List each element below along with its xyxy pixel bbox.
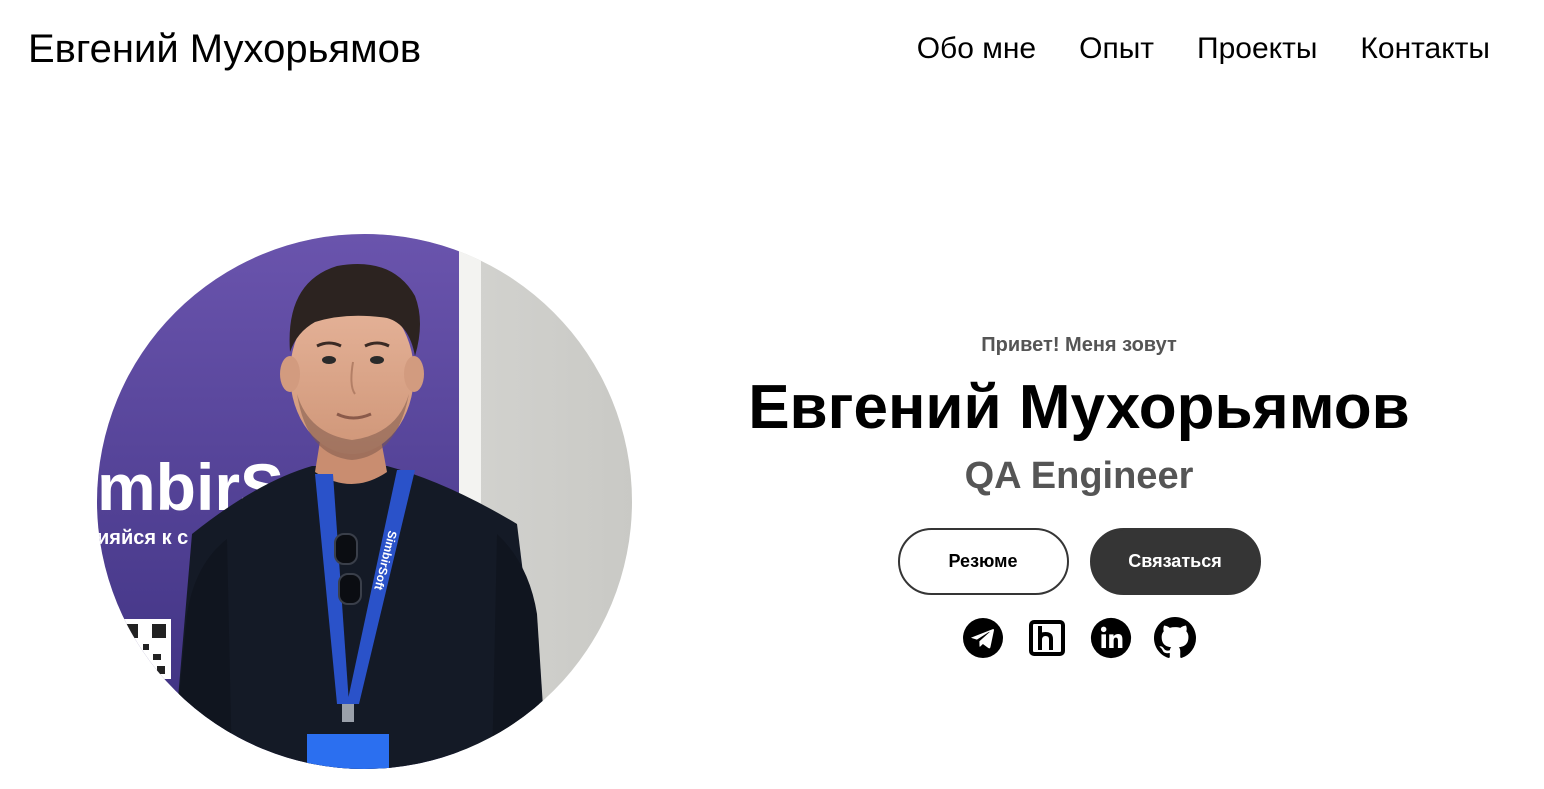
profile-photo: mbirSo ияйся к с SimbirSoft	[97, 234, 632, 769]
resume-button[interactable]: Резюме	[897, 528, 1069, 595]
main-nav: Обо мне Опыт Проекты Контакты	[917, 32, 1490, 66]
nav-link-experience[interactable]: Опыт	[1079, 32, 1154, 66]
hh-icon	[1029, 620, 1065, 656]
github-link[interactable]	[1154, 617, 1196, 659]
nav-link-projects[interactable]: Проекты	[1197, 32, 1317, 66]
linkedin-link[interactable]	[1090, 617, 1132, 659]
linkedin-icon	[1090, 617, 1132, 659]
hero-name: Евгений Мухорьямов	[748, 373, 1410, 442]
social-links	[700, 617, 1458, 659]
nav-link-about[interactable]: Обо мне	[917, 32, 1036, 66]
contact-button[interactable]: Связаться	[1089, 528, 1261, 595]
site-header: Евгений Мухорьямов Обо мне Опыт Проекты …	[0, 0, 1544, 100]
hh-link[interactable]	[1026, 617, 1068, 659]
hero-section: Привет! Меня зовут Евгений Мухорьямов QA…	[700, 330, 1458, 659]
banner-subtext: ияйся к с	[97, 527, 188, 549]
hero-role: QA Engineer	[964, 455, 1194, 497]
hero-buttons: Резюме Связаться	[700, 528, 1458, 595]
telegram-icon	[963, 618, 1003, 658]
qr-code	[119, 619, 171, 679]
site-logo[interactable]: Евгений Мухорьямов	[28, 26, 421, 72]
profile-photo-illustration: mbirSo ияйся к с SimbirSoft	[97, 234, 632, 769]
nav-link-contacts[interactable]: Контакты	[1360, 32, 1490, 66]
github-icon	[1154, 617, 1196, 658]
hero-greeting: Привет! Меня зовут	[981, 334, 1177, 356]
telegram-link[interactable]	[962, 617, 1004, 659]
